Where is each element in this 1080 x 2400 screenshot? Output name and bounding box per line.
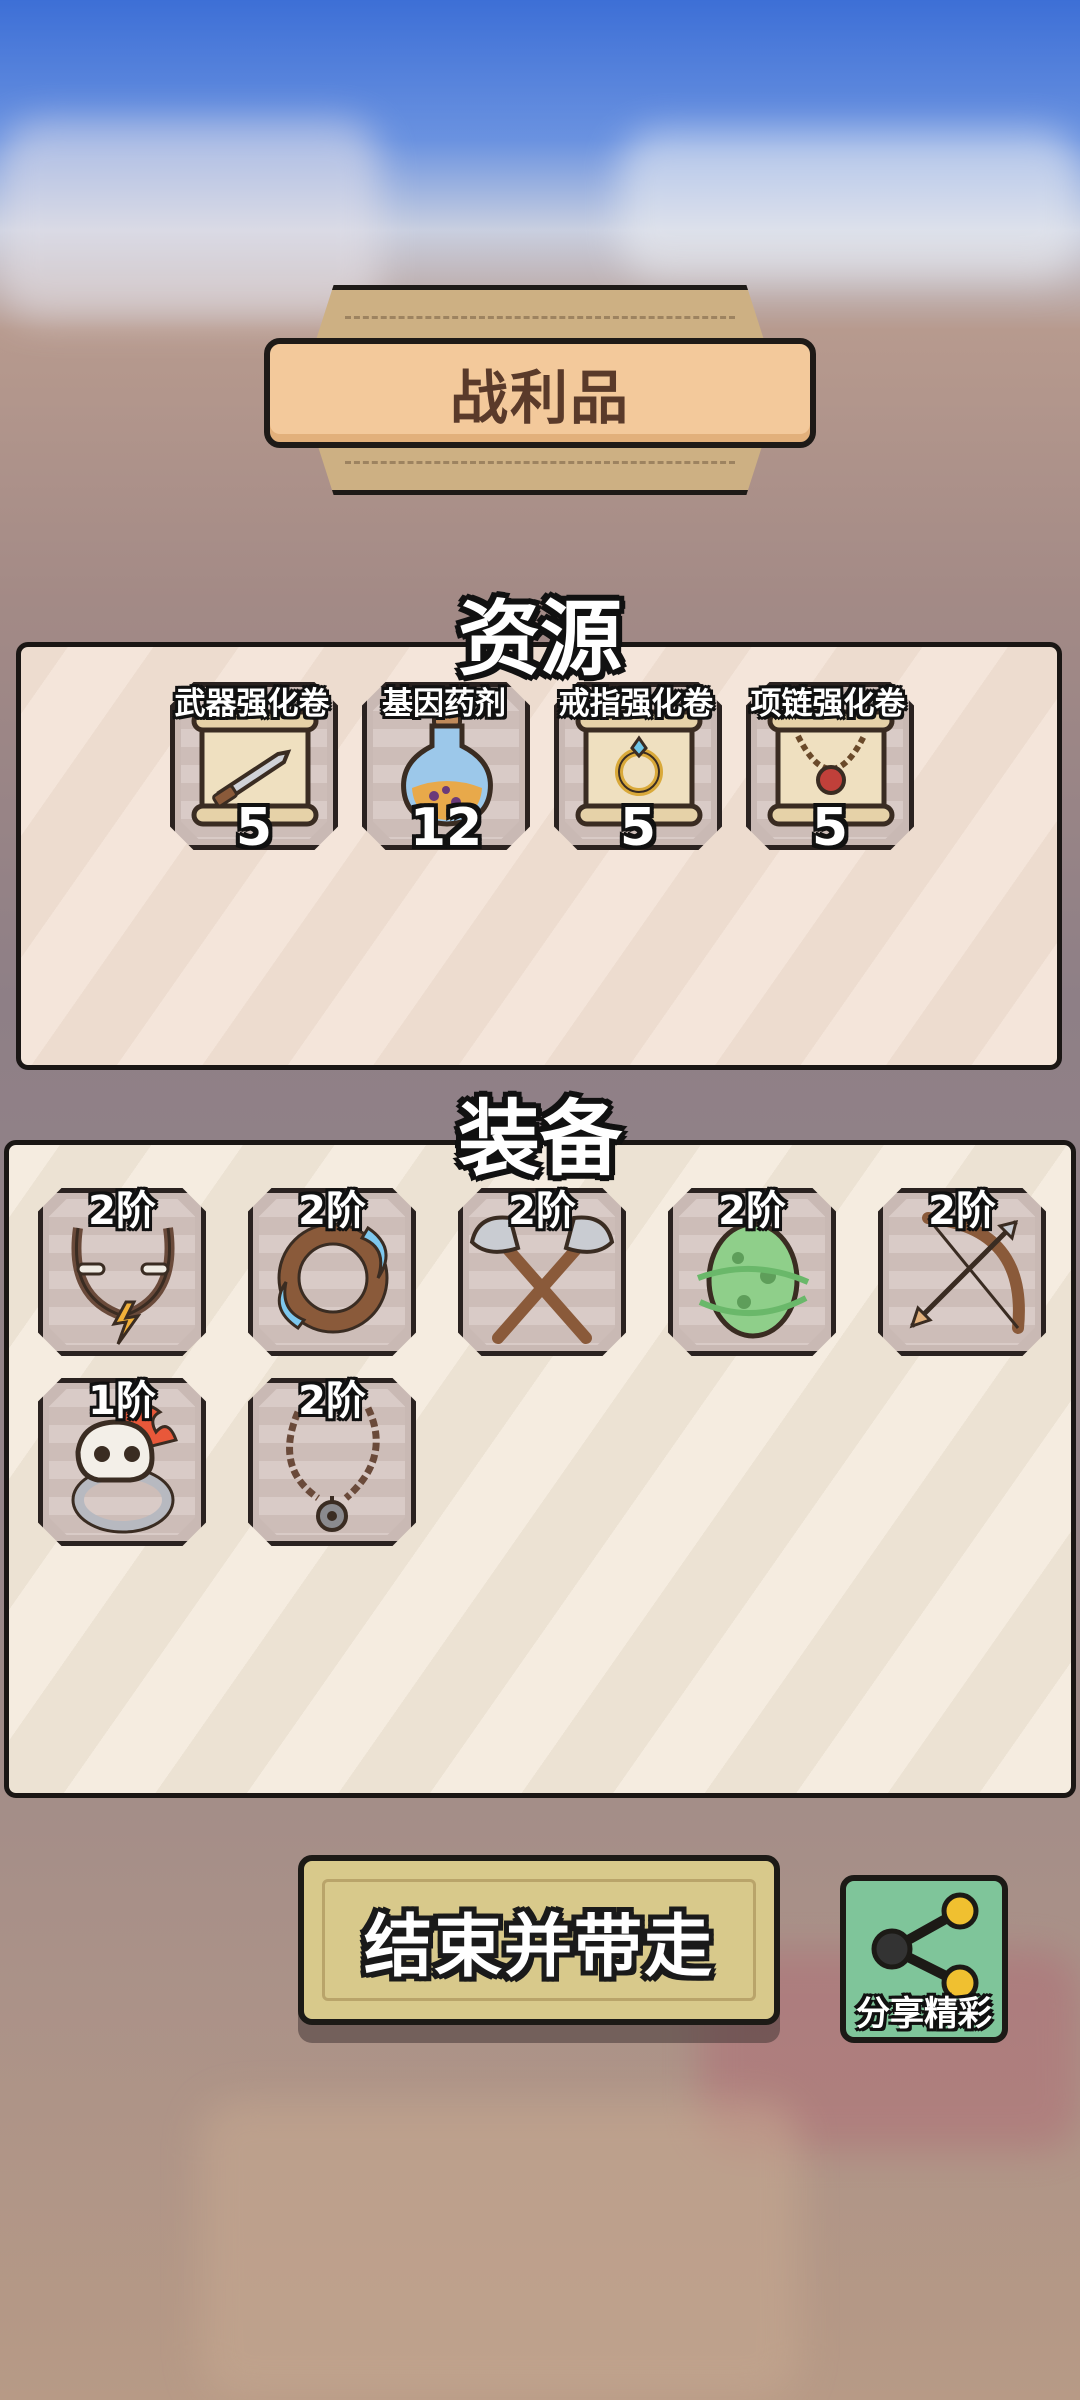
resource-qty: 5 <box>235 798 273 858</box>
end-and-take-button[interactable]: 结束并带走 <box>298 1855 780 2025</box>
share-icon <box>871 1892 979 1997</box>
resource-qty: 5 <box>619 798 657 858</box>
equipment-tier: 2阶 <box>298 1378 366 1424</box>
end-and-take-label: 结束并带走 <box>363 1907 714 1987</box>
share-button[interactable]: 分享精彩 <box>840 1875 1008 2043</box>
equipment-heading: 装备 <box>457 1092 622 1187</box>
resource-qty: 5 <box>811 798 849 858</box>
bg-cloud <box>620 130 1080 280</box>
title-banner: 战利品 <box>264 338 816 448</box>
resource-qty: 12 <box>409 798 483 858</box>
equipment-tier: 1阶 <box>88 1378 156 1424</box>
share-label: 分享精彩 <box>856 1994 992 2034</box>
page-title: 战利品 <box>449 364 630 432</box>
resources-heading: 资源 <box>457 592 622 687</box>
bg-road <box>200 2100 800 2400</box>
bg-cloud <box>0 120 380 320</box>
